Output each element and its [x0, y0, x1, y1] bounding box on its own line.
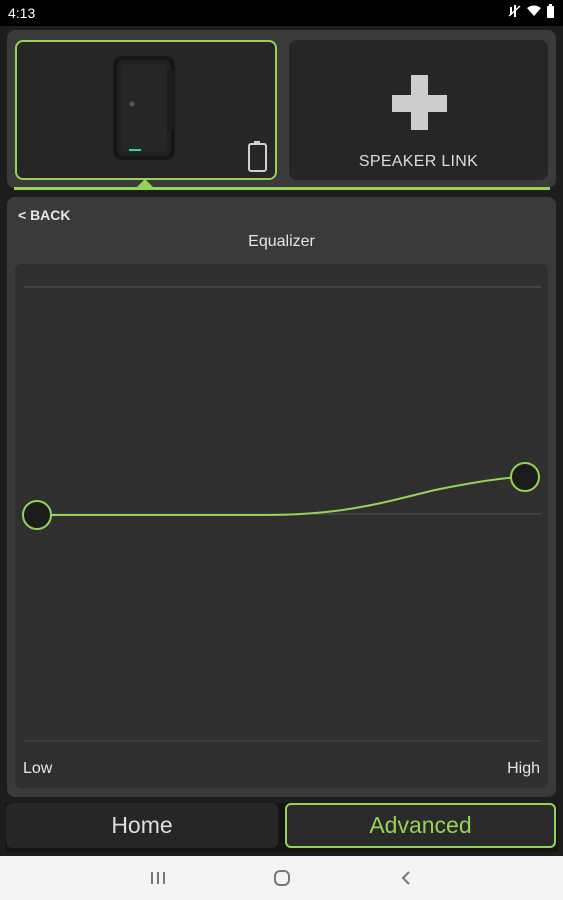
tab-advanced[interactable]: Advanced [285, 803, 556, 848]
speaker-card[interactable] [15, 40, 277, 180]
low-handle[interactable] [22, 500, 52, 530]
speaker-link-button[interactable]: SPEAKER LINK [289, 40, 548, 180]
equalizer-title: Equalizer [248, 233, 315, 250]
battery-status-icon [248, 141, 267, 172]
system-nav-bar [0, 856, 563, 900]
speaker-image [113, 56, 267, 172]
battery-icon [546, 4, 555, 21]
eq-low-label: Low [23, 760, 53, 777]
home-icon[interactable] [272, 868, 292, 888]
status-time: 4:13 [8, 5, 36, 21]
mute-icon [508, 4, 522, 21]
back-button[interactable]: < BACK [18, 207, 71, 223]
eq-high-label: High [507, 760, 540, 777]
status-bar: 4:13 [0, 0, 563, 26]
high-handle[interactable] [510, 462, 540, 492]
plus-icon [392, 75, 447, 130]
speaker-link-label: SPEAKER LINK [358, 153, 479, 170]
selection-indicator-line [14, 187, 550, 190]
equalizer-curve-svg [22, 286, 541, 742]
wifi-icon [526, 4, 542, 21]
equalizer-curve [37, 476, 526, 516]
back-nav-icon[interactable] [396, 868, 416, 888]
selection-pointer [136, 179, 154, 188]
status-icons [508, 4, 555, 21]
tab-home[interactable]: Home [6, 803, 278, 848]
equalizer-graph[interactable] [15, 264, 548, 788]
recents-icon[interactable] [148, 868, 168, 888]
